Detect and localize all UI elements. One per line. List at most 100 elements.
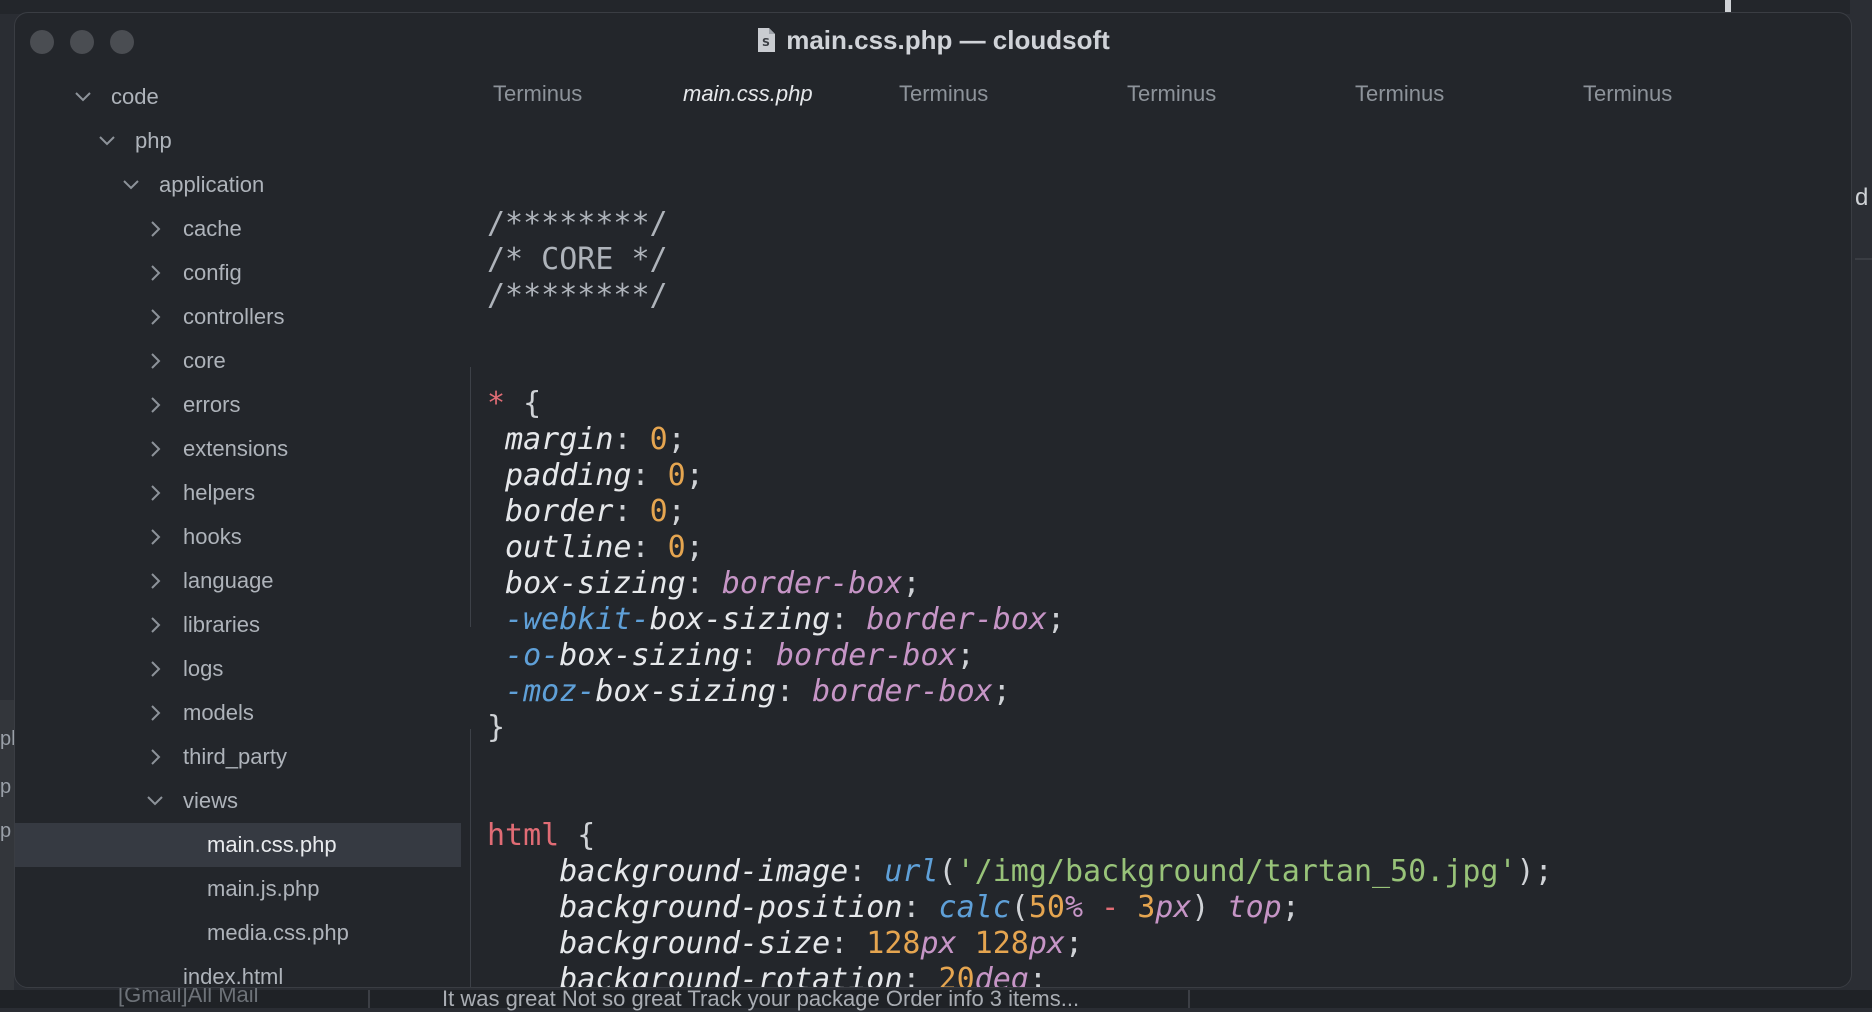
code-token: top xyxy=(1227,890,1282,925)
editor-window: S main.css.php — cloudsoft code php applic… xyxy=(14,12,1852,988)
code-token: url xyxy=(884,854,939,889)
tree-item[interactable]: cache xyxy=(15,207,461,251)
code-token: ( xyxy=(1010,890,1029,925)
code-token: ) xyxy=(1191,890,1228,925)
code-token: -o- xyxy=(487,638,560,673)
tree-item-label: helpers xyxy=(183,480,256,505)
indent-guide xyxy=(470,367,471,627)
tree-item-label: views xyxy=(183,788,239,813)
code-line: border: 0; xyxy=(487,495,686,529)
chevron-right-icon[interactable] xyxy=(145,219,165,239)
window-title-group: S main.css.php — cloudsoft xyxy=(15,25,1851,60)
code-token: * xyxy=(487,386,506,421)
chevron-right-icon[interactable] xyxy=(145,571,165,591)
chevron-right-icon[interactable] xyxy=(145,395,165,415)
code-line: background-position: calc(50% - 3px) top… xyxy=(487,891,1300,925)
code-token: ; xyxy=(1281,890,1300,925)
code-token: box-sizing xyxy=(559,638,740,673)
tree-item-label: cache xyxy=(183,216,242,241)
tree-item[interactable]: extensions xyxy=(15,427,461,471)
tab[interactable]: Terminus xyxy=(1127,81,1216,107)
tree-item[interactable]: code xyxy=(15,75,461,119)
tree-item[interactable]: hooks xyxy=(15,515,461,559)
tree-item-label: main.js.php xyxy=(207,876,320,901)
chevron-right-icon[interactable] xyxy=(145,527,165,547)
tab[interactable]: Terminus xyxy=(1583,81,1672,107)
code-token: border-box xyxy=(776,638,957,673)
code-editor[interactable]: /********//* CORE *//********/ * { margin… xyxy=(461,129,1851,987)
background-text-fragment: p xyxy=(0,776,12,798)
chevron-right-icon[interactable] xyxy=(145,703,165,723)
chevron-right-icon[interactable] xyxy=(145,615,165,635)
tree-item[interactable]: main.js.php xyxy=(15,867,461,911)
tab[interactable]: Terminus xyxy=(493,81,582,107)
tree-item[interactable]: third_party xyxy=(15,735,461,779)
tree-item[interactable]: core xyxy=(15,339,461,383)
code-token: ; xyxy=(1028,962,1047,988)
chevron-right-icon[interactable] xyxy=(145,439,165,459)
chevron-right-icon[interactable] xyxy=(145,351,165,371)
tree-item-label: code xyxy=(111,84,159,109)
background-mail-preview: It was great Not so great Track your pac… xyxy=(442,986,1080,1011)
tab-active[interactable]: main.css.php xyxy=(683,81,813,107)
code-line: background-rotation: 20deg; xyxy=(487,963,1047,988)
code-token: /********/ xyxy=(487,278,668,313)
code-line: padding: 0; xyxy=(487,459,704,493)
tree-item[interactable]: main.css.php xyxy=(15,823,461,867)
code-token: 128 xyxy=(866,926,921,961)
tree-item[interactable]: language xyxy=(15,559,461,603)
code-token: px xyxy=(1028,926,1065,961)
code-token: : xyxy=(631,458,668,493)
tree-item[interactable]: application xyxy=(15,163,461,207)
chevron-right-icon[interactable] xyxy=(145,747,165,767)
code-line: } xyxy=(487,711,505,745)
chevron-right-icon[interactable] xyxy=(145,263,165,283)
tree-item[interactable]: logs xyxy=(15,647,461,691)
code-token: { xyxy=(559,818,596,853)
background-divider xyxy=(368,990,370,1008)
tree-item-label: models xyxy=(183,700,254,725)
code-token: deg xyxy=(974,962,1029,988)
chevron-down-icon[interactable] xyxy=(97,131,117,151)
chevron-down-icon[interactable] xyxy=(145,791,165,811)
chevron-down-icon[interactable] xyxy=(73,87,93,107)
code-token: 0 xyxy=(667,458,686,493)
tree-item[interactable]: views xyxy=(15,779,461,823)
code-token: border-box xyxy=(866,602,1047,637)
tab[interactable]: Terminus xyxy=(899,81,988,107)
title-bar[interactable]: S main.css.php — cloudsoft xyxy=(15,13,1851,69)
chevron-right-icon[interactable] xyxy=(145,659,165,679)
background-panel-right xyxy=(1850,0,1872,1008)
code-token: margin xyxy=(487,422,614,457)
tree-item[interactable]: controllers xyxy=(15,295,461,339)
tree-item[interactable]: helpers xyxy=(15,471,461,515)
file-tree-sidebar: code php application cache config controllers… xyxy=(15,69,461,987)
code-token: : xyxy=(613,422,650,457)
code-token: px xyxy=(920,926,957,961)
code-token: box-sizing xyxy=(487,566,686,601)
tree-item[interactable]: config xyxy=(15,251,461,295)
chevron-right-icon[interactable] xyxy=(145,307,165,327)
tree-item[interactable]: php xyxy=(15,119,461,163)
svg-text:S: S xyxy=(762,36,770,49)
code-token: : xyxy=(613,494,650,529)
tree-item[interactable]: models xyxy=(15,691,461,735)
code-token: 0 xyxy=(649,494,668,529)
code-token: : xyxy=(830,602,867,637)
code-line: background-image: url('/img/background/t… xyxy=(487,854,1552,889)
tree-item-label: language xyxy=(183,568,274,593)
tab[interactable]: Terminus xyxy=(1355,81,1444,107)
tree-item-label: config xyxy=(183,260,242,285)
tree-item[interactable]: errors xyxy=(15,383,461,427)
chevron-down-icon[interactable] xyxy=(121,175,141,195)
tree-item[interactable]: media.css.php xyxy=(15,911,461,955)
indent-guide xyxy=(470,729,471,987)
code-line: box-sizing: border-box; xyxy=(487,566,920,601)
tree-item[interactable]: libraries xyxy=(15,603,461,647)
background-divider xyxy=(1855,258,1872,260)
chevron-right-icon[interactable] xyxy=(145,483,165,503)
code-token: 3 xyxy=(1137,890,1156,925)
tree-item[interactable]: index.html xyxy=(15,955,461,987)
code-token: background-size xyxy=(487,926,831,961)
